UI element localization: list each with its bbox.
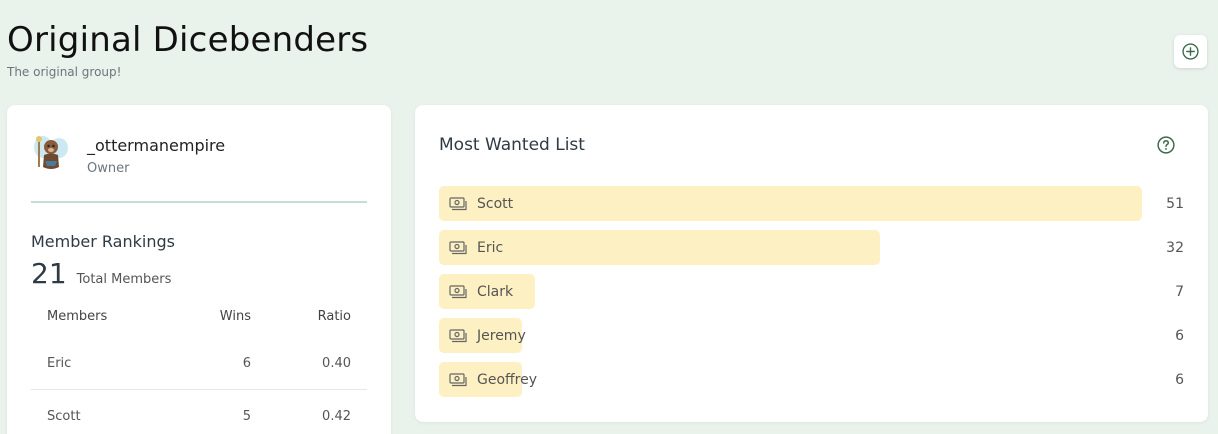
bounty-name: Geoffrey [477,371,538,388]
bounty-value: 7 [1175,283,1184,300]
table-header: Members Wins Ratio [31,303,367,329]
most-wanted-card: Most Wanted List Scott 51 Eric 32 Clark … [415,105,1208,422]
rankings-title: Member Rankings [31,232,175,251]
money-bill-icon [449,328,467,342]
bounty-name: Scott [477,195,514,212]
total-members-count: 21 [31,257,67,290]
money-bill-icon [449,372,467,386]
most-wanted-title: Most Wanted List [439,135,585,155]
table-row[interactable]: Eric 6 0.40 [31,337,367,390]
total-members-label: Total Members [76,272,172,287]
rankings-table: Members Wins Ratio Eric 6 0.40 Scott 5 0… [31,303,367,434]
money-bill-icon [449,284,467,298]
bounty-value: 32 [1166,239,1184,256]
question-circle-icon[interactable] [1157,136,1175,154]
table-row[interactable]: Scott 5 0.42 [31,390,367,434]
divider [31,201,367,203]
most-wanted-list: Scott 51 Eric 32 Clark 7 Jeremy 6 Geoffr… [439,186,1184,406]
bounty-name: Clark [477,283,514,300]
most-wanted-item[interactable]: Scott 51 [439,186,1184,230]
bounty-bar [439,186,1142,221]
add-button[interactable] [1174,35,1207,68]
owner-name[interactable]: _ottermanempire [87,136,225,155]
avatar[interactable] [31,133,71,173]
page-subtitle: The original group! [7,65,122,79]
member-ratio: 0.42 [322,409,351,424]
member-wins: 6 [242,355,251,371]
most-wanted-item[interactable]: Jeremy 6 [439,318,1184,362]
plus-circle-icon [1182,43,1199,60]
most-wanted-item[interactable]: Clark 7 [439,274,1184,318]
column-header-members[interactable]: Members [31,309,181,324]
most-wanted-item[interactable]: Eric 32 [439,230,1184,274]
bounty-value: 6 [1175,371,1184,388]
bounty-value: 6 [1175,327,1184,344]
member-ratio: 0.40 [322,355,351,371]
member-wins: 5 [242,409,251,424]
bounty-value: 51 [1166,195,1184,212]
bounty-name: Eric [477,239,504,256]
column-header-ratio[interactable]: Ratio [251,309,367,324]
page-title: Original Dicebenders [7,20,369,60]
column-header-wins[interactable]: Wins [181,309,251,324]
member-name: Eric [47,355,72,371]
most-wanted-item[interactable]: Geoffrey 6 [439,362,1184,406]
owner-block: _ottermanempire Owner [31,133,225,176]
group-info-card: _ottermanempire Owner Member Rankings 21… [7,105,391,434]
bounty-bar [439,230,880,265]
member-name: Scott [47,409,81,424]
money-bill-icon [449,240,467,254]
money-bill-icon [449,196,467,210]
total-members: 21 Total Members [31,257,171,290]
bounty-name: Jeremy [477,327,526,344]
owner-role: Owner [87,161,130,176]
